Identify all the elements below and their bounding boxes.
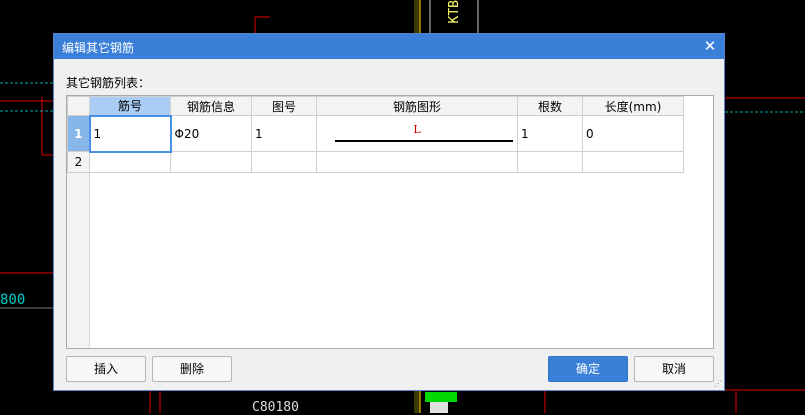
dialog-title: 编辑其它钢筋 [62,41,135,55]
resize-grip-icon[interactable]: ⋰ [714,380,722,388]
cell-bar-no[interactable]: 1 [88,114,172,153]
rebar-shape-line [335,140,513,142]
column-header-length[interactable]: 长度(mm) [582,96,684,116]
cell-rebar-shape[interactable]: L [316,115,518,152]
cell-bar-no[interactable] [89,151,171,173]
ok-button[interactable]: 确定 [548,356,628,382]
column-header-rebar-shape[interactable]: 钢筋图形 [316,96,518,116]
cell-rebar-info[interactable]: Φ20 [170,115,252,152]
edit-other-rebar-dialog: 编辑其它钢筋 ✕ 其它钢筋列表： 筋号 钢筋信息 图号 钢筋图形 根数 长度(m… [53,33,725,391]
cell-rebar-shape[interactable] [316,151,518,173]
cell-rebar-info[interactable] [170,151,252,173]
cell-figure-no[interactable]: 1 [251,115,317,152]
row-number[interactable]: 2 [67,151,90,173]
dialog-titlebar[interactable]: 编辑其它钢筋 ✕ [54,34,724,59]
table-row[interactable]: 2 [67,151,684,173]
delete-button[interactable]: 删除 [152,356,232,382]
column-header-rebar-info[interactable]: 钢筋信息 [170,96,252,116]
rebar-grid[interactable]: 筋号 钢筋信息 图号 钢筋图形 根数 长度(mm) 1 1 Φ20 1 L 1 … [66,95,714,349]
column-header-bar-no[interactable]: 筋号 [89,96,171,116]
rebar-table: 筋号 钢筋信息 图号 钢筋图形 根数 长度(mm) 1 1 Φ20 1 L 1 … [67,96,684,173]
cad-label-ktb: KTB [447,0,462,24]
cad-label-800: 800 [0,292,26,308]
cell-count[interactable]: 1 [517,115,583,152]
corner-header[interactable] [67,96,90,116]
rebar-list-label: 其它钢筋列表： [66,76,151,90]
cell-length[interactable] [582,151,684,173]
column-header-count[interactable]: 根数 [517,96,583,116]
insert-button[interactable]: 插入 [66,356,146,382]
column-header-figure-no[interactable]: 图号 [251,96,317,116]
cell-length[interactable]: 0 [582,115,684,152]
shape-label: L [413,123,421,136]
cell-figure-no[interactable] [251,151,317,173]
cell-count[interactable] [517,151,583,173]
close-icon[interactable]: ✕ [702,38,718,54]
cancel-button[interactable]: 取消 [634,356,714,382]
table-row[interactable]: 1 1 Φ20 1 L 1 0 [67,114,684,153]
row-number[interactable]: 1 [67,115,90,152]
